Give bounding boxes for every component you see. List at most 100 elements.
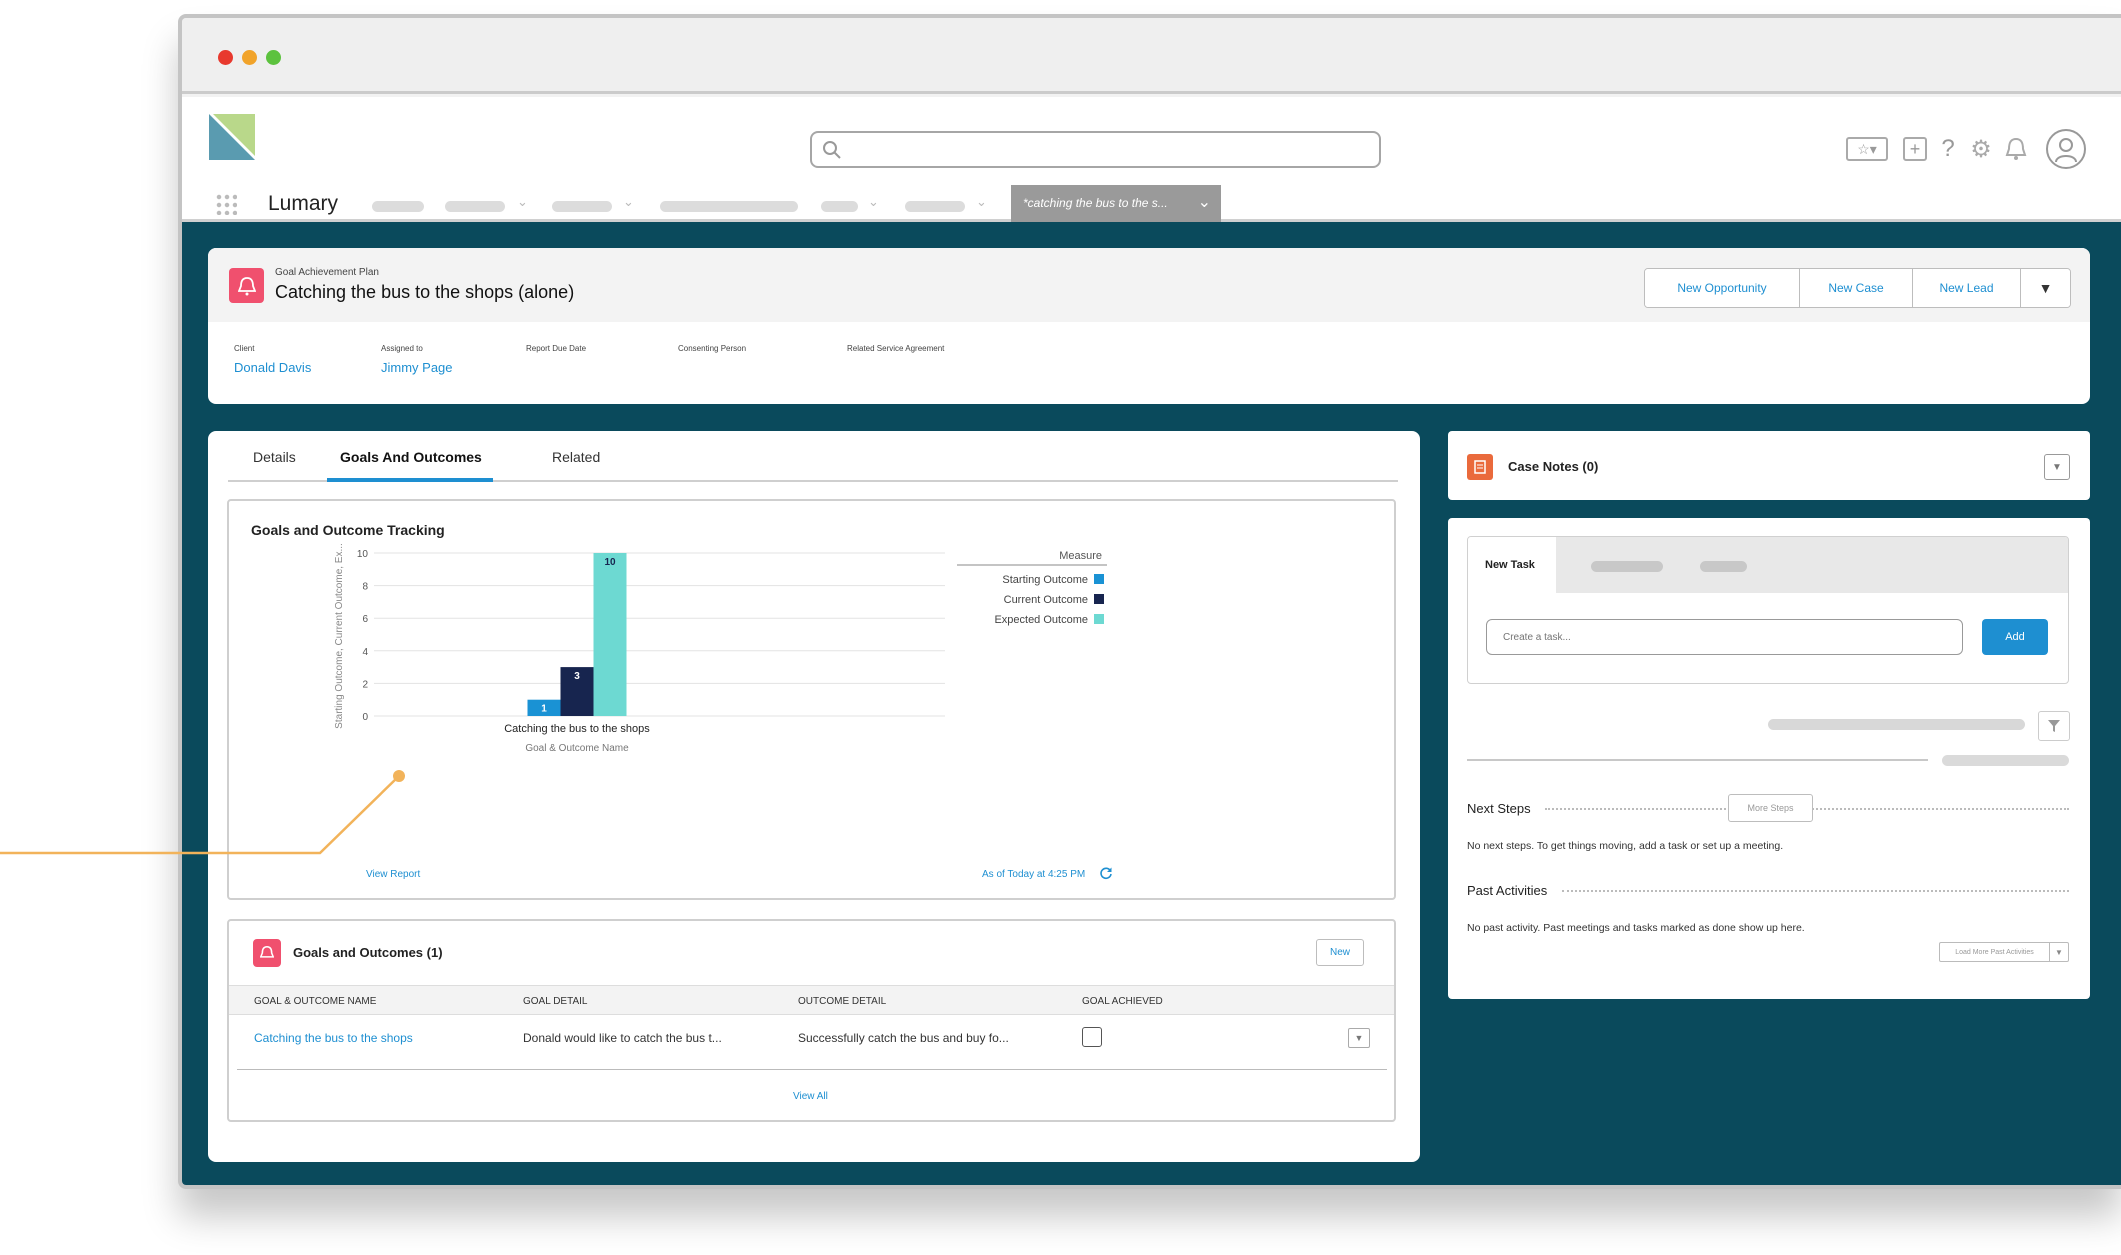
- user-icon: [2055, 138, 2077, 162]
- tab-placeholder-2[interactable]: [1700, 561, 1747, 572]
- activity-summary: [1942, 755, 2069, 766]
- y-tick-label: 4: [362, 647, 368, 658]
- data-label: 10: [604, 557, 616, 568]
- help-icon[interactable]: ?: [1938, 135, 1958, 163]
- outcome-detail-cell: Successfully catch the bus and buy fo...: [798, 1031, 1009, 1045]
- bell-icon: [237, 276, 256, 295]
- goal-detail-cell: Donald would like to catch the bus t...: [523, 1031, 722, 1045]
- chevron-down-icon[interactable]: ⌄: [868, 194, 879, 210]
- global-search[interactable]: [810, 131, 1381, 168]
- chevron-down-icon[interactable]: ⌄: [1198, 192, 1211, 212]
- new-case-button[interactable]: New Case: [1800, 269, 1913, 307]
- y-tick-label: 6: [362, 614, 368, 625]
- funnel-icon: [2048, 720, 2060, 732]
- maximize-window-dot[interactable]: [266, 50, 281, 65]
- add-task-button[interactable]: Add: [1982, 619, 2048, 655]
- close-window-dot[interactable]: [218, 50, 233, 65]
- bell-icon: [260, 945, 274, 958]
- legend-label: Starting Outcome: [1002, 574, 1088, 586]
- field-label-consenting-person: Consenting Person: [678, 344, 747, 353]
- past-activities-empty-text: No past activity. Past meetings and task…: [1467, 922, 1805, 934]
- favorites-icon[interactable]: ☆▾: [1846, 137, 1888, 161]
- view-all-link[interactable]: View All: [793, 1091, 828, 1102]
- browser-titlebar: [182, 18, 2121, 94]
- tab-new-task[interactable]: New Task: [1468, 537, 1556, 593]
- data-label: 1: [541, 704, 547, 715]
- nav-item-5[interactable]: [821, 201, 858, 212]
- tab-placeholder-1[interactable]: [1591, 561, 1663, 572]
- filter-summary: [1768, 719, 2025, 730]
- goal-name-link[interactable]: Catching the bus to the shops: [254, 1031, 413, 1045]
- chevron-down-icon[interactable]: ▼: [2050, 943, 2068, 961]
- new-lead-button[interactable]: New Lead: [1913, 269, 2021, 307]
- app-launcher-icon[interactable]: [215, 193, 237, 215]
- legend-label: Expected Outcome: [994, 614, 1088, 626]
- gear-icon[interactable]: ⚙: [1968, 135, 1994, 163]
- y-tick-label: 10: [357, 549, 369, 560]
- y-tick-label: 2: [362, 679, 368, 690]
- view-report-link[interactable]: View Report: [366, 869, 420, 880]
- goal-list-icon: [253, 939, 281, 967]
- load-more-activities[interactable]: Load More Past Activities ▼: [1939, 942, 2069, 962]
- past-activities-label: Past Activities: [1467, 883, 1548, 898]
- caret-down-icon: ▼: [2038, 280, 2053, 296]
- active-record-tab[interactable]: *catching the bus to the s... ⌄: [1011, 185, 1221, 222]
- lumary-logo: [209, 114, 255, 160]
- as-of-timestamp: As of Today at 4:25 PM: [982, 869, 1086, 880]
- new-goal-button[interactable]: New: [1316, 939, 1364, 966]
- nav-item-1[interactable]: [372, 201, 424, 212]
- chevron-down-icon[interactable]: ⌄: [623, 194, 634, 210]
- new-opportunity-button[interactable]: New Opportunity: [1645, 269, 1800, 307]
- row-actions-button[interactable]: ▼: [1348, 1028, 1370, 1048]
- tab-new-task-label: New Task: [1485, 559, 1535, 571]
- assigned-to-link[interactable]: Jimmy Page: [381, 360, 453, 375]
- create-task-input[interactable]: [1486, 619, 1963, 655]
- activity-card: New Task Add Next Steps More Steps No ne…: [1448, 518, 2090, 999]
- more-steps-button[interactable]: More Steps: [1728, 794, 1813, 822]
- nav-item-3[interactable]: [552, 201, 612, 212]
- column-header-outcome-detail: OUTCOME DETAIL: [798, 996, 887, 1007]
- activity-composer: New Task Add: [1467, 536, 2069, 684]
- legend-label: Current Outcome: [1004, 594, 1088, 606]
- field-label-report-due-date: Report Due Date: [526, 344, 587, 353]
- goal-achieved-checkbox[interactable]: [1082, 1027, 1102, 1047]
- chevron-down-icon[interactable]: ⌄: [517, 194, 528, 210]
- legend-swatch: [1094, 574, 1104, 584]
- active-record-tab-label: *catching the bus to the s...: [1023, 196, 1168, 210]
- case-notes-card: Case Notes (0) ▼: [1448, 431, 2090, 500]
- tab-goals-and-outcomes[interactable]: Goals And Outcomes: [340, 449, 482, 465]
- goals-outcomes-list: Goals and Outcomes (1) New GOAL & OUTCOM…: [227, 919, 1396, 1122]
- nav-item-6[interactable]: [905, 201, 965, 212]
- next-steps-label: Next Steps: [1467, 801, 1531, 816]
- add-icon[interactable]: +: [1903, 137, 1927, 161]
- filter-icon[interactable]: [2038, 711, 2070, 741]
- browser-window: ☆▾ + ? ⚙ Lumary ⌄ ⌄ ⌄ ⌄ *catching the bu…: [178, 14, 2121, 1189]
- field-label-related-service-agreement: Related Service Agreement: [847, 344, 945, 353]
- field-label-assigned-to: Assigned to: [381, 344, 423, 353]
- chevron-down-icon[interactable]: ⌄: [976, 194, 987, 210]
- record-type-label: Goal Achievement Plan: [275, 267, 379, 278]
- client-link[interactable]: Donald Davis: [234, 360, 311, 375]
- field-label-client: Client: [234, 344, 255, 353]
- record-type-icon: [229, 268, 264, 303]
- nav-item-2[interactable]: [445, 201, 505, 212]
- more-actions-button[interactable]: ▼: [2021, 269, 2070, 307]
- tab-related[interactable]: Related: [552, 449, 600, 465]
- minimize-window-dot[interactable]: [242, 50, 257, 65]
- legend-swatch: [1094, 594, 1104, 604]
- record-header: Goal Achievement Plan Catching the bus t…: [208, 248, 2090, 404]
- next-steps-empty-text: No next steps. To get things moving, add…: [1467, 840, 1784, 852]
- note-icon: [1474, 460, 1486, 474]
- nav-item-4[interactable]: [660, 201, 798, 212]
- bell-icon[interactable]: [2004, 136, 2028, 162]
- case-notes-menu-button[interactable]: ▼: [2044, 454, 2070, 480]
- refresh-icon[interactable]: [1099, 866, 1113, 880]
- bar-expected-outcome: [593, 553, 627, 716]
- legend-swatch: [1094, 614, 1104, 624]
- y-tick-label: 8: [362, 582, 368, 593]
- case-notes-icon: [1467, 454, 1493, 480]
- record-actions: New Opportunity New Case New Lead ▼: [1644, 268, 2071, 308]
- avatar[interactable]: [2046, 129, 2086, 169]
- tab-details[interactable]: Details: [253, 449, 296, 465]
- workspace: Goal Achievement Plan Catching the bus t…: [182, 222, 2121, 1185]
